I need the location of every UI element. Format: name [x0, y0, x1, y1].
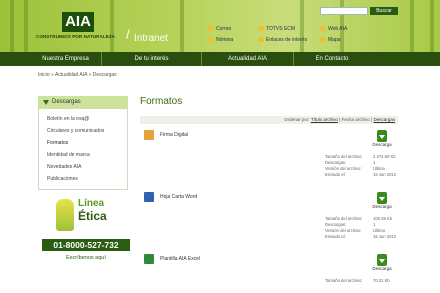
sort-bar: Ordenar por: Título archivo | Fecha arch…: [140, 116, 398, 124]
sidebar-header[interactable]: Descargas: [38, 96, 128, 109]
nav-nuestra-empresa[interactable]: Nuestra Empresa: [30, 52, 102, 66]
section-title: Intranet: [134, 33, 168, 44]
download-button[interactable]: Descarga: [370, 254, 394, 271]
excel-file-icon: [144, 254, 154, 264]
link-correo[interactable]: Correo: [208, 26, 231, 32]
sort-title-link[interactable]: Título archivo: [311, 117, 338, 122]
nav-actualidad-aia[interactable]: Actualidad AIA: [202, 52, 294, 66]
download-button[interactable]: Descarga: [370, 192, 394, 209]
main-nav: Nuestra Empresa De tu interés Actualidad…: [0, 52, 440, 66]
sort-downloads-link[interactable]: Descargas: [373, 117, 395, 122]
logo-tagline: CONSTRUIMOS POR NATURALEZA: [36, 34, 116, 39]
sidebar-item-novedades[interactable]: Novedades AIA: [39, 161, 127, 173]
file-name[interactable]: Plantilla AIA Excel: [160, 256, 200, 262]
download-icon: [377, 254, 387, 266]
file-name[interactable]: Hoja Carta Word: [160, 194, 197, 200]
nav-en-contacto[interactable]: En Contacto: [294, 52, 370, 66]
file-meta: Tamaño del archivo: 70.31 Kb: [325, 278, 390, 283]
file-meta: Tamaño del archivo: 100.39 Kb Descargas: 1…: [325, 216, 397, 239]
nav-de-tu-interes[interactable]: De tu interés: [102, 52, 202, 66]
map-icon: [320, 37, 326, 43]
linea-title: Línea: [78, 198, 105, 209]
phone-number: 01-8000-527-732: [42, 239, 130, 251]
word-file-icon: [144, 192, 154, 202]
aia-logo[interactable]: AIA: [62, 12, 94, 32]
breadcrumb[interactable]: Inicio » Actualidad AIA » Descargas: [38, 72, 117, 78]
link-icon: [258, 37, 264, 43]
write-us-link[interactable]: Escríbenos aquí: [42, 255, 130, 261]
sidebar-list: Boletín en la esq@ Circulares y comunica…: [38, 109, 128, 190]
mail-icon: [208, 26, 214, 32]
certificate-file-icon: [144, 130, 154, 140]
slash-divider: /: [126, 27, 130, 42]
sidebar-item-circulares[interactable]: Circulares y comunicados: [39, 125, 127, 137]
bottle-mascot-icon: [56, 199, 74, 231]
linea-etica-banner[interactable]: Línea Ética 01-8000-527-732 Escríbenos a…: [42, 193, 130, 273]
sidebar-item-boletin[interactable]: Boletín en la esq@: [39, 113, 127, 125]
search-button[interactable]: Buscar: [370, 7, 398, 15]
link-mapa[interactable]: Mapa: [320, 37, 341, 43]
sidebar-item-formatos[interactable]: Formatos: [39, 137, 127, 149]
download-icon: [377, 130, 387, 142]
etica-title: Ética: [78, 209, 107, 223]
money-icon: [208, 37, 214, 43]
search-input[interactable]: [320, 7, 368, 15]
site-header: AIA CONSTRUIMOS POR NATURALEZA / Intrane…: [0, 0, 440, 52]
page-title: Formatos: [140, 96, 183, 107]
sidebar-item-identidad[interactable]: Identidad de marca: [39, 149, 127, 161]
download-button[interactable]: Descarga: [370, 130, 394, 147]
sidebar-item-publicaciones[interactable]: Publicaciones: [39, 173, 127, 185]
document-icon: [258, 26, 264, 32]
download-icon: [377, 192, 387, 204]
sort-date-link[interactable]: Fecha archivo: [342, 117, 370, 122]
link-enlaces[interactable]: Enlaces de interés: [258, 37, 307, 43]
link-totvs[interactable]: TOTVS ECM: [258, 26, 295, 32]
chevron-down-icon: [43, 100, 49, 105]
globe-icon: [320, 26, 326, 32]
sidebar: Descargas Boletín en la esq@ Circulares …: [38, 96, 128, 190]
file-name[interactable]: Firma Digital: [160, 132, 188, 138]
link-nomina[interactable]: Nómina: [208, 37, 233, 43]
link-web-aia[interactable]: Web AIA: [320, 26, 347, 32]
file-meta: Tamaño del archivo: 2.474.60 Kb Descargas…: [325, 154, 397, 177]
